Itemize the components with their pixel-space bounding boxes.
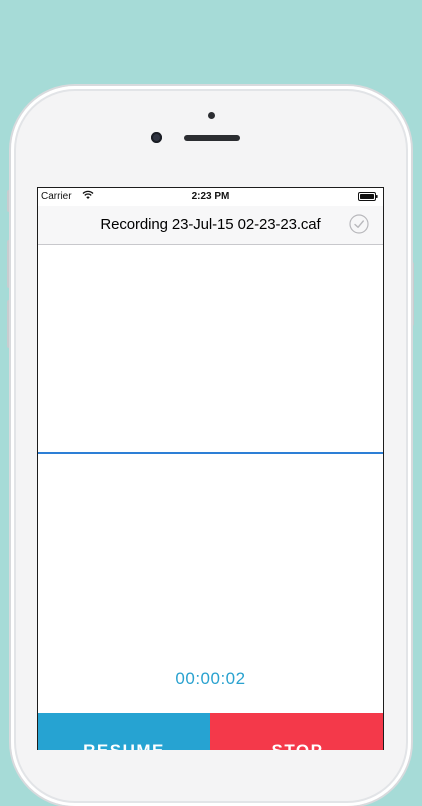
front-camera-icon [151,132,162,143]
resume-button[interactable]: RESUME [38,713,210,750]
waveform-area [38,245,383,655]
recording-title: Recording 23-Jul-15 02-23-23.caf [100,216,321,233]
app-screen: Carrier 2:23 PM Recording 23-Jul-15 02-2… [37,187,384,750]
proximity-sensor [208,112,215,119]
earpiece-speaker [184,135,240,141]
status-bar: Carrier 2:23 PM [38,188,383,206]
elapsed-timer: 00:00:02 [175,669,246,688]
waveform-line [38,452,383,454]
stop-button[interactable]: STOP [210,713,383,750]
navigation-bar: Recording 23-Jul-15 02-23-23.caf [38,206,383,245]
checkmark-circle-icon[interactable] [349,214,369,234]
battery-icon [358,192,378,201]
status-time: 2:23 PM [191,191,230,202]
recording-controls: RESUME STOP [38,713,383,750]
